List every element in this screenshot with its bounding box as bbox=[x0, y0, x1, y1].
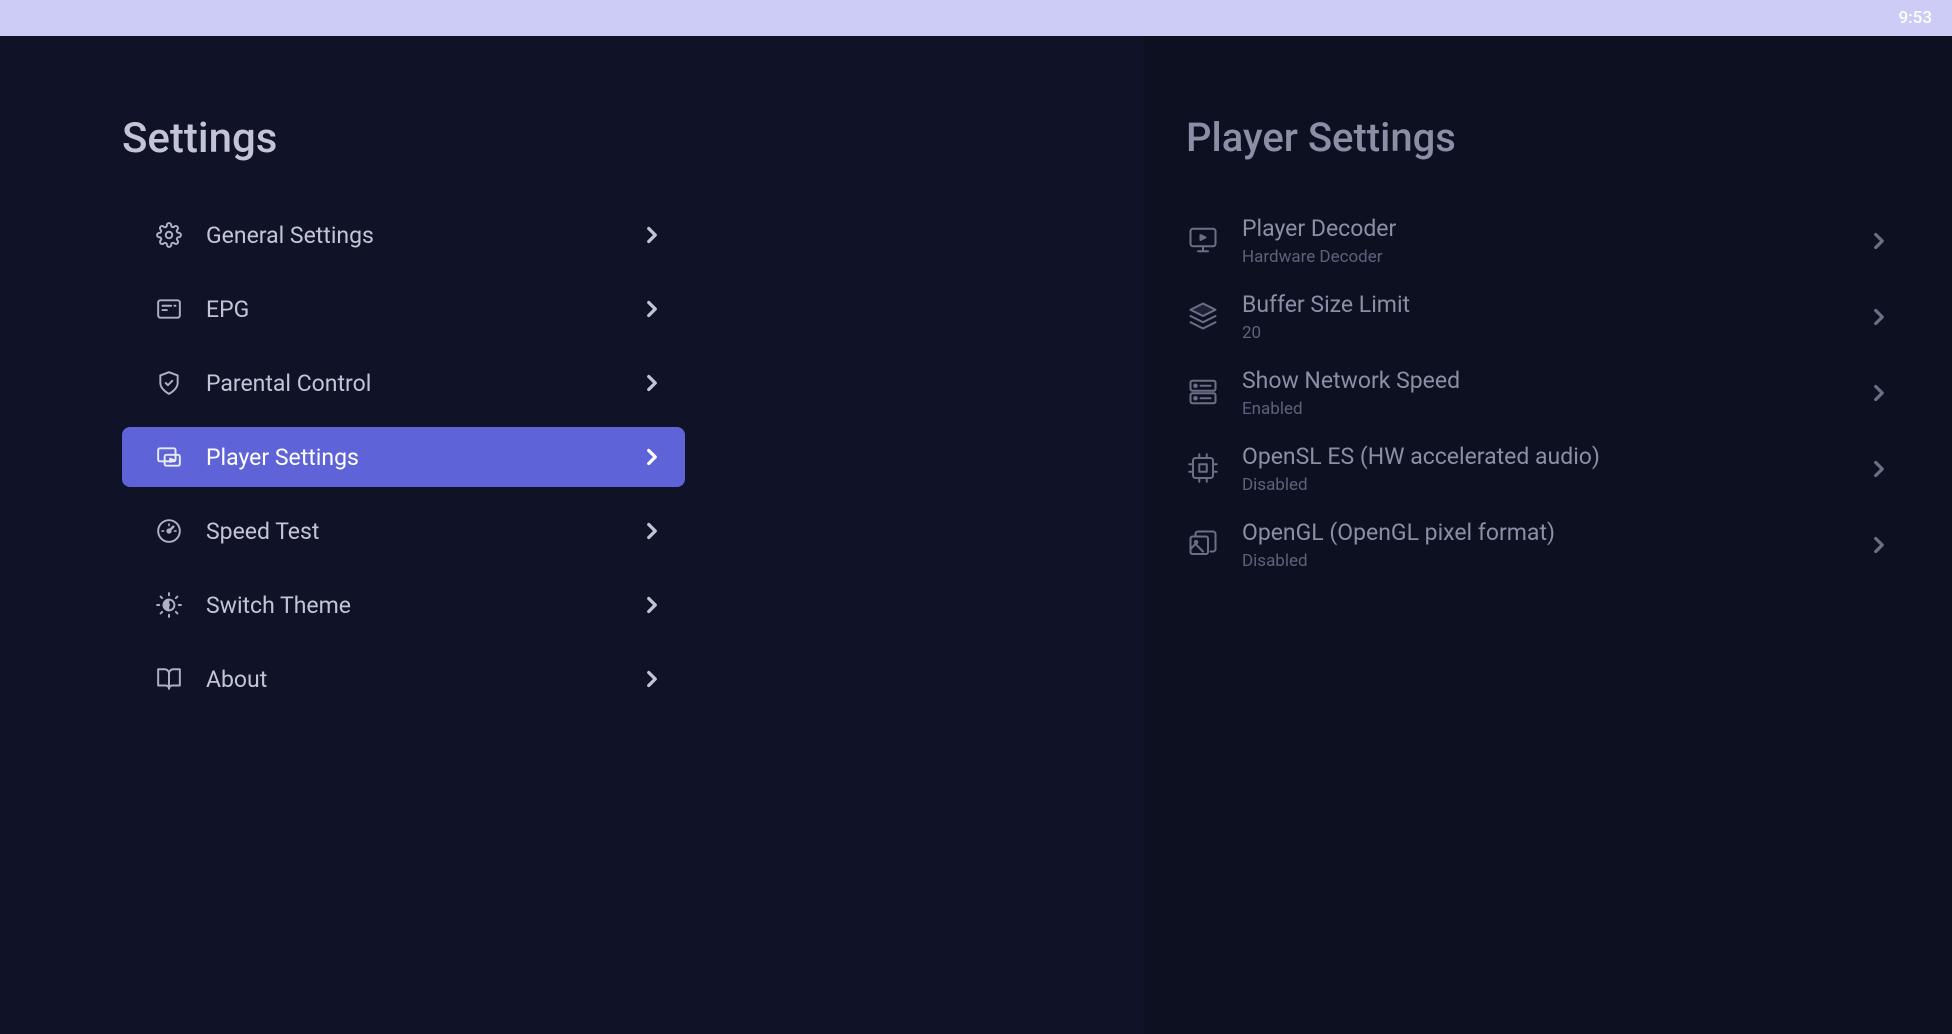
detail-text-block: Buffer Size Limit 20 bbox=[1242, 291, 1866, 343]
detail-item-subtitle: Enabled bbox=[1242, 399, 1866, 419]
brightness-icon bbox=[156, 592, 182, 618]
detail-panel: Player Settings Player Decoder Hardware … bbox=[1144, 36, 1952, 1034]
detail-item-subtitle: 20 bbox=[1242, 323, 1866, 343]
menu-item-general-settings[interactable]: General Settings bbox=[122, 205, 685, 265]
detail-text-block: Player Decoder Hardware Decoder bbox=[1242, 215, 1866, 267]
chevron-right-icon bbox=[1866, 532, 1892, 558]
menu-item-speed-test[interactable]: Speed Test bbox=[122, 501, 685, 561]
settings-title: Settings bbox=[122, 114, 1144, 163]
detail-item-opensl-es[interactable]: OpenSL ES (HW accelerated audio) Disable… bbox=[1186, 431, 1892, 507]
speedometer-icon bbox=[156, 518, 182, 544]
menu-item-player-settings[interactable]: Player Settings bbox=[122, 427, 685, 487]
detail-item-subtitle: Disabled bbox=[1242, 551, 1866, 571]
layers-icon bbox=[1186, 299, 1220, 333]
detail-item-player-decoder[interactable]: Player Decoder Hardware Decoder bbox=[1186, 203, 1892, 279]
detail-item-subtitle: Hardware Decoder bbox=[1242, 247, 1866, 267]
menu-item-label: Speed Test bbox=[206, 518, 639, 545]
detail-item-show-network-speed[interactable]: Show Network Speed Enabled bbox=[1186, 355, 1892, 431]
detail-item-title: OpenSL ES (HW accelerated audio) bbox=[1242, 443, 1866, 471]
chevron-right-icon bbox=[639, 444, 665, 470]
chevron-right-icon bbox=[1866, 380, 1892, 406]
menu-item-switch-theme[interactable]: Switch Theme bbox=[122, 575, 685, 635]
chevron-right-icon bbox=[639, 666, 665, 692]
settings-sidebar: Settings General Settings EPG bbox=[0, 36, 1144, 1034]
audio-chip-icon bbox=[1186, 451, 1220, 485]
menu-item-epg[interactable]: EPG bbox=[122, 279, 685, 339]
detail-text-block: OpenGL (OpenGL pixel format) Disabled bbox=[1242, 519, 1866, 571]
gear-icon bbox=[156, 222, 182, 248]
chevron-right-icon bbox=[1866, 304, 1892, 330]
chevron-right-icon bbox=[1866, 228, 1892, 254]
detail-item-title: Show Network Speed bbox=[1242, 367, 1866, 395]
chevron-right-icon bbox=[1866, 456, 1892, 482]
chevron-right-icon bbox=[639, 518, 665, 544]
detail-text-block: Show Network Speed Enabled bbox=[1242, 367, 1866, 419]
menu-item-label: Parental Control bbox=[206, 370, 639, 397]
menu-item-about[interactable]: About bbox=[122, 649, 685, 709]
chevron-right-icon bbox=[639, 370, 665, 396]
menu-item-parental-control[interactable]: Parental Control bbox=[122, 353, 685, 413]
detail-item-buffer-size-limit[interactable]: Buffer Size Limit 20 bbox=[1186, 279, 1892, 355]
chevron-right-icon bbox=[639, 296, 665, 322]
player-icon bbox=[156, 444, 182, 470]
detail-item-title: Player Decoder bbox=[1242, 215, 1866, 243]
detail-panel-title: Player Settings bbox=[1186, 114, 1952, 161]
chevron-right-icon bbox=[639, 592, 665, 618]
menu-item-label: General Settings bbox=[206, 222, 639, 249]
detail-list: Player Decoder Hardware Decoder Buffer S… bbox=[1186, 203, 1952, 583]
images-icon bbox=[1186, 527, 1220, 561]
shield-icon bbox=[156, 370, 182, 396]
menu-item-label: Switch Theme bbox=[206, 592, 639, 619]
main-container: Settings General Settings EPG bbox=[0, 36, 1952, 1034]
guide-icon bbox=[156, 296, 182, 322]
detail-item-title: OpenGL (OpenGL pixel format) bbox=[1242, 519, 1866, 547]
network-icon bbox=[1186, 375, 1220, 409]
settings-menu-list: General Settings EPG Parental Control bbox=[122, 205, 1144, 709]
status-bar: 9:53 bbox=[0, 0, 1952, 36]
menu-item-label: Player Settings bbox=[206, 444, 639, 471]
detail-item-opengl[interactable]: OpenGL (OpenGL pixel format) Disabled bbox=[1186, 507, 1892, 583]
monitor-icon bbox=[1186, 223, 1220, 257]
detail-text-block: OpenSL ES (HW accelerated audio) Disable… bbox=[1242, 443, 1866, 495]
detail-item-title: Buffer Size Limit bbox=[1242, 291, 1866, 319]
detail-item-subtitle: Disabled bbox=[1242, 475, 1866, 495]
menu-item-label: EPG bbox=[206, 296, 639, 323]
chevron-right-icon bbox=[639, 222, 665, 248]
menu-item-label: About bbox=[206, 666, 639, 693]
book-icon bbox=[156, 666, 182, 692]
status-time: 9:53 bbox=[1899, 8, 1932, 28]
